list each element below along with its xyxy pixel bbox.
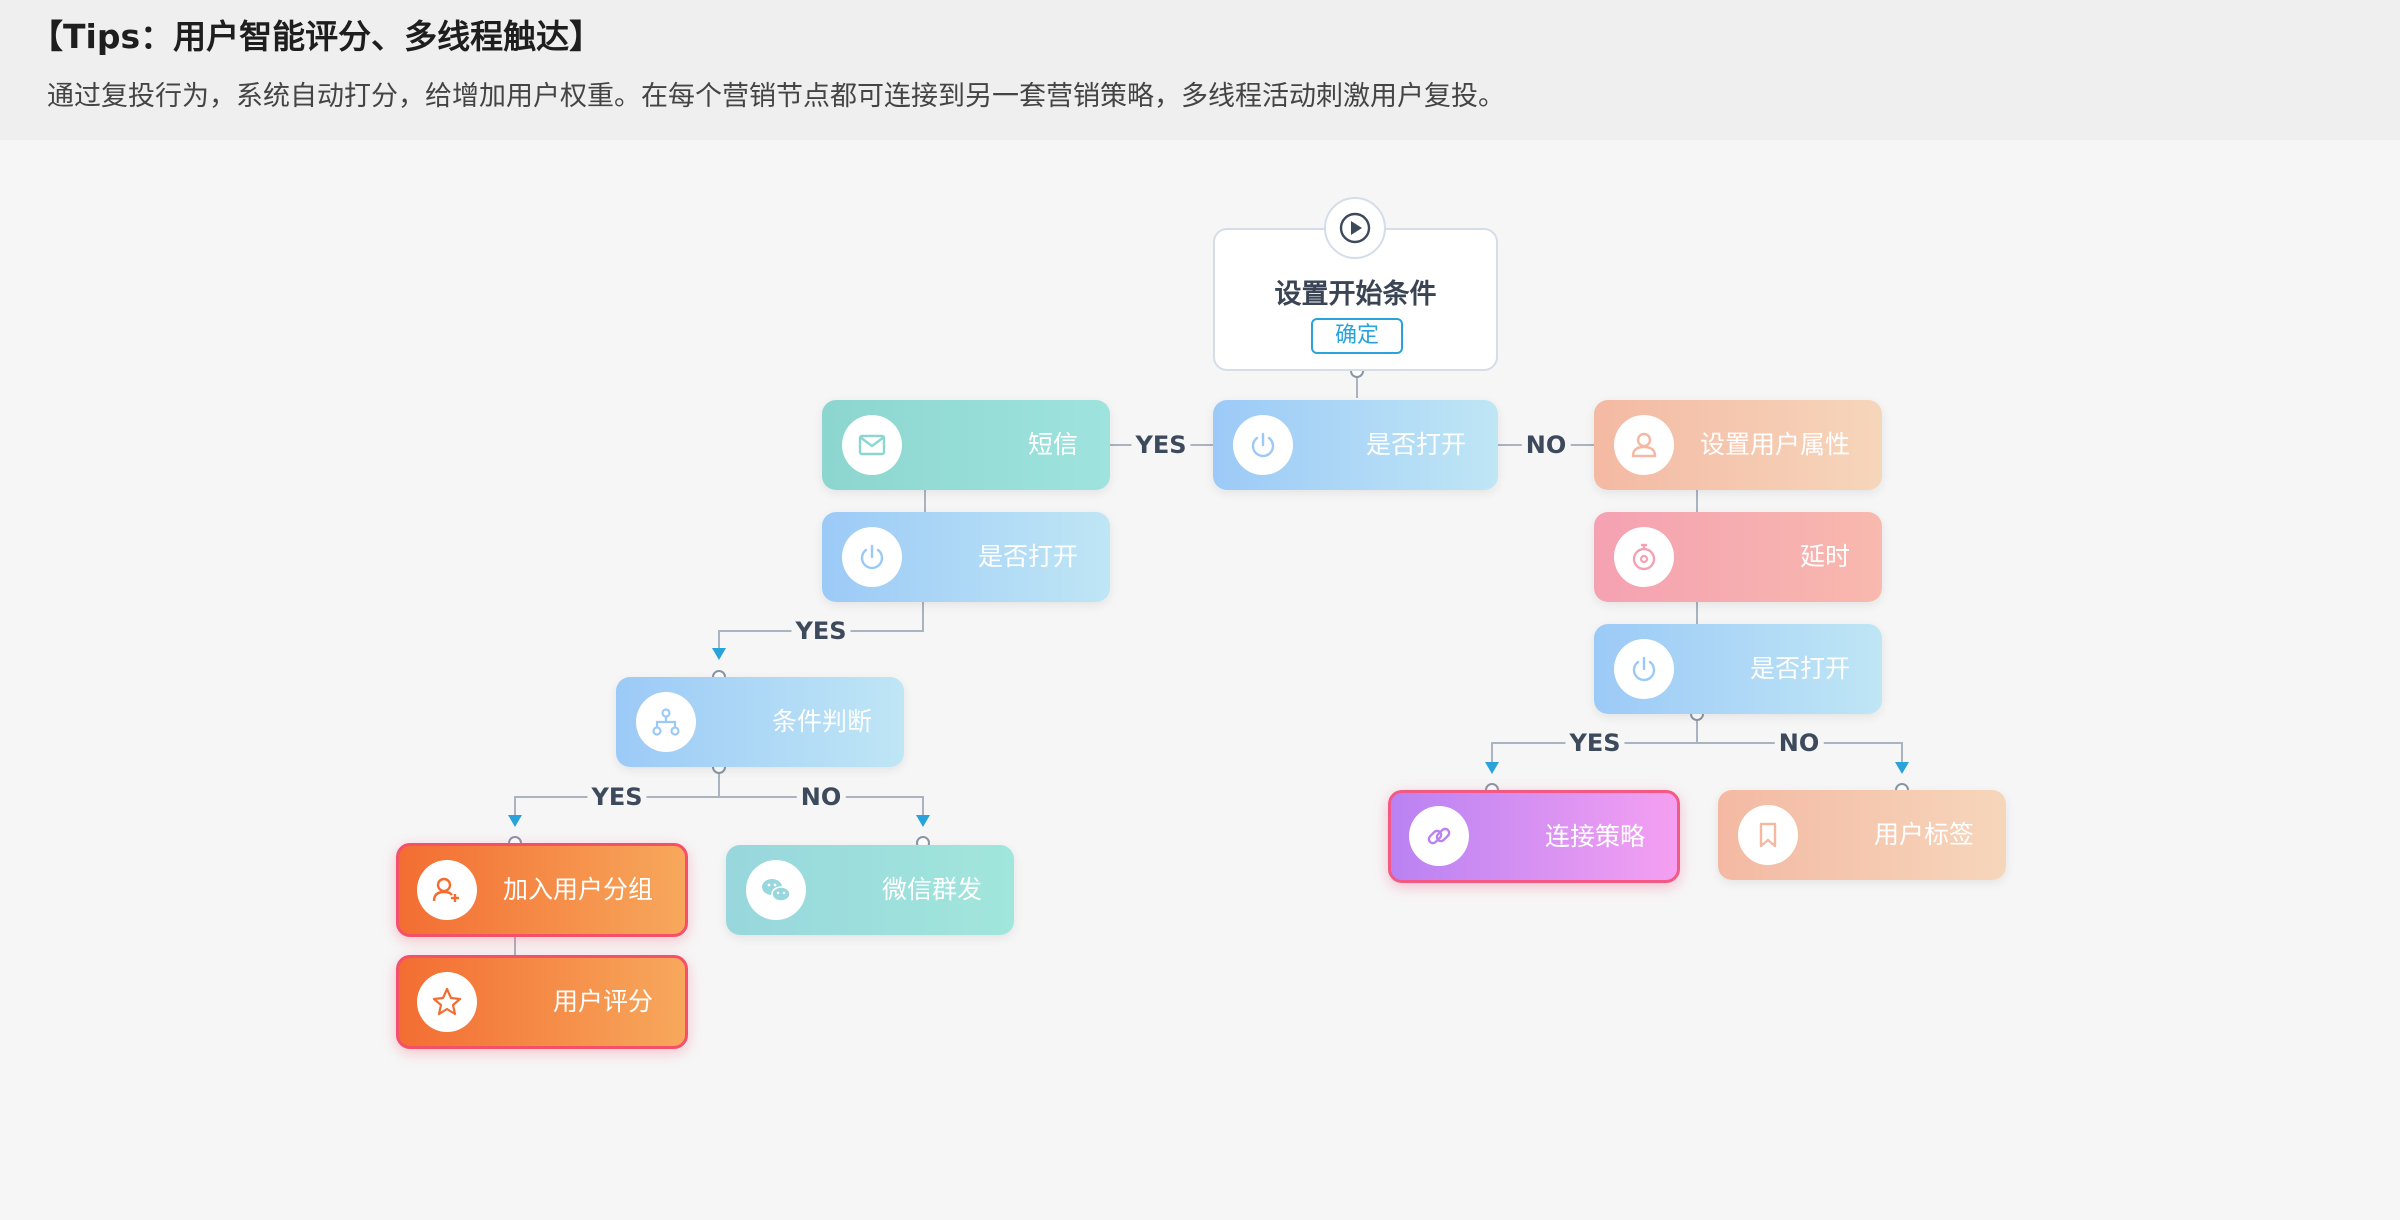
edge-label-no: NO bbox=[1521, 431, 1571, 459]
node-label: 用户标签 bbox=[1873, 820, 1974, 849]
node-label: 是否打开 bbox=[1365, 430, 1466, 459]
flow-connectors bbox=[508, 364, 1909, 957]
node-label: 延时 bbox=[1799, 542, 1850, 571]
node-wechat-broadcast[interactable]: 微信群发 bbox=[726, 845, 1014, 935]
node-user-tag[interactable]: 用户标签 bbox=[1718, 790, 2006, 880]
link-icon bbox=[1409, 806, 1469, 866]
node-label: 用户评分 bbox=[552, 987, 653, 1016]
node-label: 设置用户属性 bbox=[1699, 430, 1850, 459]
node-add-user-group[interactable]: 加入用户分组 bbox=[396, 843, 688, 937]
power-icon bbox=[1233, 415, 1293, 475]
bookmark-icon bbox=[1738, 805, 1798, 865]
play-icon[interactable] bbox=[1324, 197, 1386, 259]
edge-label-no: NO bbox=[796, 783, 846, 811]
edge-label-yes: YES bbox=[1131, 431, 1191, 459]
node-open-right[interactable]: 是否打开 bbox=[1594, 624, 1882, 714]
mail-icon bbox=[842, 415, 902, 475]
node-set-user-attribute[interactable]: 设置用户属性 bbox=[1594, 400, 1882, 490]
wechat-icon bbox=[746, 860, 806, 920]
edge-label-no: NO bbox=[1774, 729, 1824, 757]
edge-label-yes: YES bbox=[587, 783, 647, 811]
edge-label-yes: YES bbox=[791, 617, 851, 645]
node-label: 是否打开 bbox=[1749, 654, 1850, 683]
node-condition[interactable]: 条件判断 bbox=[616, 677, 904, 767]
node-label: 条件判断 bbox=[771, 707, 872, 736]
node-label: 是否打开 bbox=[977, 542, 1078, 571]
node-label: 短信 bbox=[1027, 430, 1078, 459]
node-label: 微信群发 bbox=[881, 875, 982, 904]
power-icon bbox=[1614, 639, 1674, 699]
node-label: 连接策略 bbox=[1544, 822, 1645, 851]
node-label: 加入用户分组 bbox=[502, 875, 653, 904]
edge-label-yes: YES bbox=[1565, 729, 1625, 757]
node-sms[interactable]: 短信 bbox=[822, 400, 1110, 490]
user-add-icon bbox=[417, 860, 477, 920]
stopwatch-icon bbox=[1614, 527, 1674, 587]
confirm-button[interactable]: 确定 bbox=[1311, 318, 1403, 354]
user-icon bbox=[1614, 415, 1674, 475]
power-icon bbox=[842, 527, 902, 587]
start-condition-title: 设置开始条件 bbox=[1274, 279, 1437, 310]
star-icon bbox=[417, 972, 477, 1032]
node-link-strategy[interactable]: 连接策略 bbox=[1388, 790, 1680, 883]
node-open-main[interactable]: 是否打开 bbox=[1213, 400, 1498, 490]
node-open-left[interactable]: 是否打开 bbox=[822, 512, 1110, 602]
node-user-score[interactable]: 用户评分 bbox=[396, 955, 688, 1049]
hierarchy-icon bbox=[636, 692, 696, 752]
node-delay[interactable]: 延时 bbox=[1594, 512, 1882, 602]
